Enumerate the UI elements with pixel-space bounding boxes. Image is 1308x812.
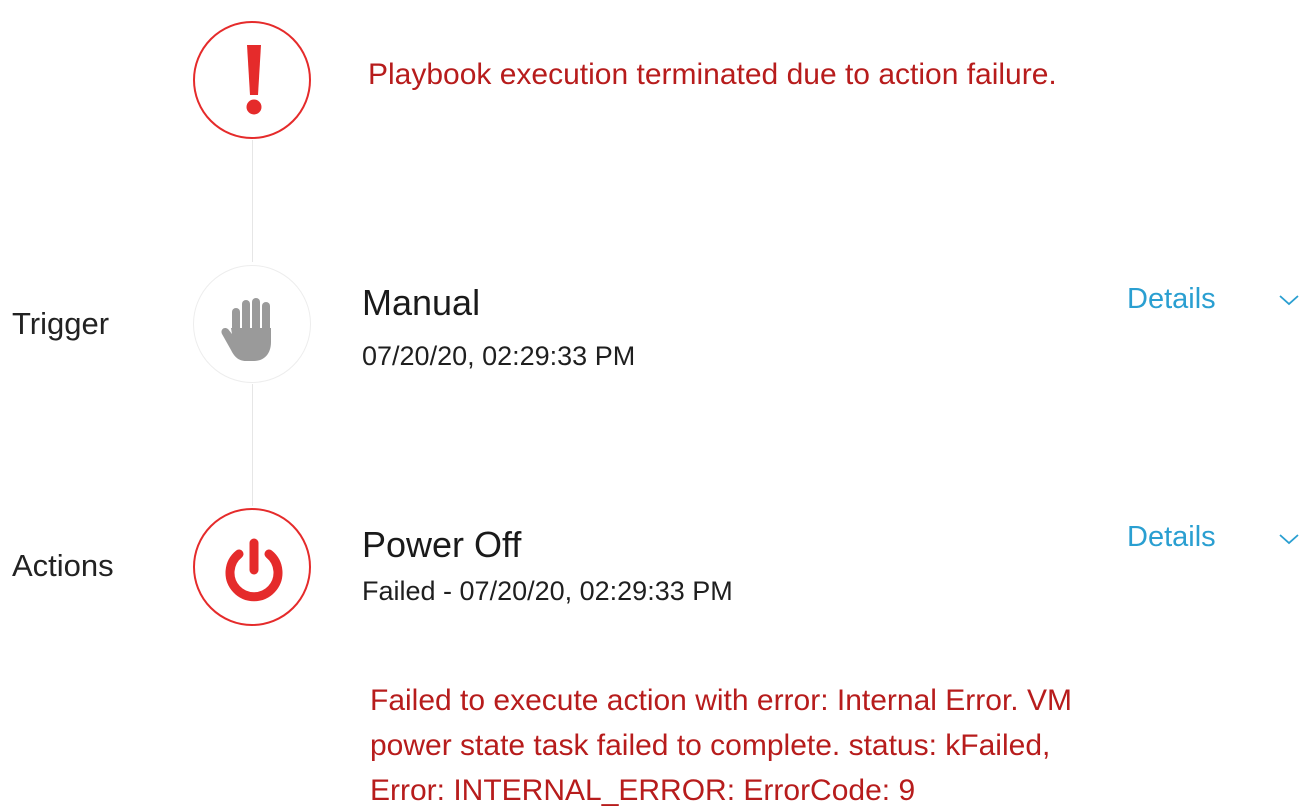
trigger-details-link[interactable]: Details [1127,283,1216,316]
actions-section-label: Actions [12,548,114,583]
action-title: Power Off [362,524,522,565]
action-error-node [193,508,311,626]
trigger-timestamp: 07/20/20, 02:29:33 PM [362,341,636,371]
error-line: Error: INTERNAL_ERROR: ErrorCode: 9 [370,774,916,807]
status-error-node [193,21,311,139]
exclamation-icon [246,45,262,115]
action-details-link[interactable]: Details [1127,521,1216,554]
execution-status-message: Playbook execution terminated due to act… [368,58,1057,91]
trigger-section-label: Trigger [12,306,110,341]
chevron-down-icon[interactable] [1276,291,1302,309]
hand-icon [221,298,271,361]
action-error-message: Failed to execute action with error: Int… [370,678,1270,812]
playbook-execution-timeline: Playbook execution terminated due to act… [0,0,1308,812]
action-status: Failed - 07/20/20, 02:29:33 PM [362,576,733,606]
power-icon [225,538,283,602]
error-line: Failed to execute action with error: Int… [370,684,1072,717]
chevron-down-icon[interactable] [1276,530,1302,548]
trigger-node [193,265,311,383]
timeline-connector [252,140,253,262]
trigger-title: Manual [362,282,481,323]
timeline-connector [252,384,253,506]
error-line: power state task failed to complete. sta… [370,729,1051,762]
